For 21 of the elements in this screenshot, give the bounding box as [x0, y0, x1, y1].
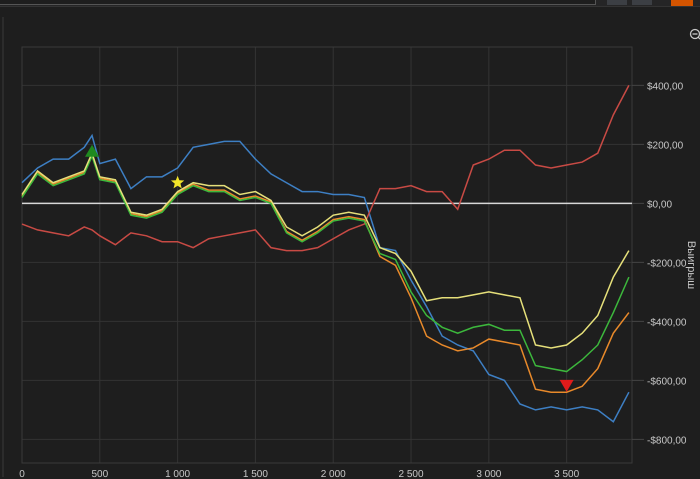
y-tick-label: $0,00 — [647, 199, 672, 210]
toolbar-button[interactable] — [632, 0, 652, 5]
x-tick-label: 2 500 — [398, 469, 424, 479]
y-tick-label: -$600,00 — [647, 376, 686, 388]
y-axis-title: Выигрыш — [685, 240, 697, 290]
x-tick-label: 1 000 — [165, 469, 190, 479]
toolbar-button[interactable] — [607, 0, 627, 5]
y-tick-label: $400,00 — [647, 81, 684, 92]
input-field[interactable] — [0, 0, 596, 5]
zoom-out-icon[interactable] — [690, 28, 700, 40]
y-tick-label: -$400,00 — [647, 317, 686, 328]
x-tick-label: 0 — [19, 469, 25, 479]
toolbar-button[interactable] — [671, 0, 693, 6]
x-tick-label: 2 000 — [320, 469, 346, 479]
y-tick-label: -$200,00 — [647, 258, 686, 270]
x-tick-label: 1 500 — [242, 469, 268, 479]
y-tick-label: $200,00 — [647, 140, 684, 152]
x-tick-label: 3 000 — [476, 469, 502, 479]
x-tick-label: 3 500 — [554, 469, 580, 479]
x-tick-label: 500 — [91, 469, 108, 479]
y-tick-label: -$800,00 — [647, 435, 686, 446]
